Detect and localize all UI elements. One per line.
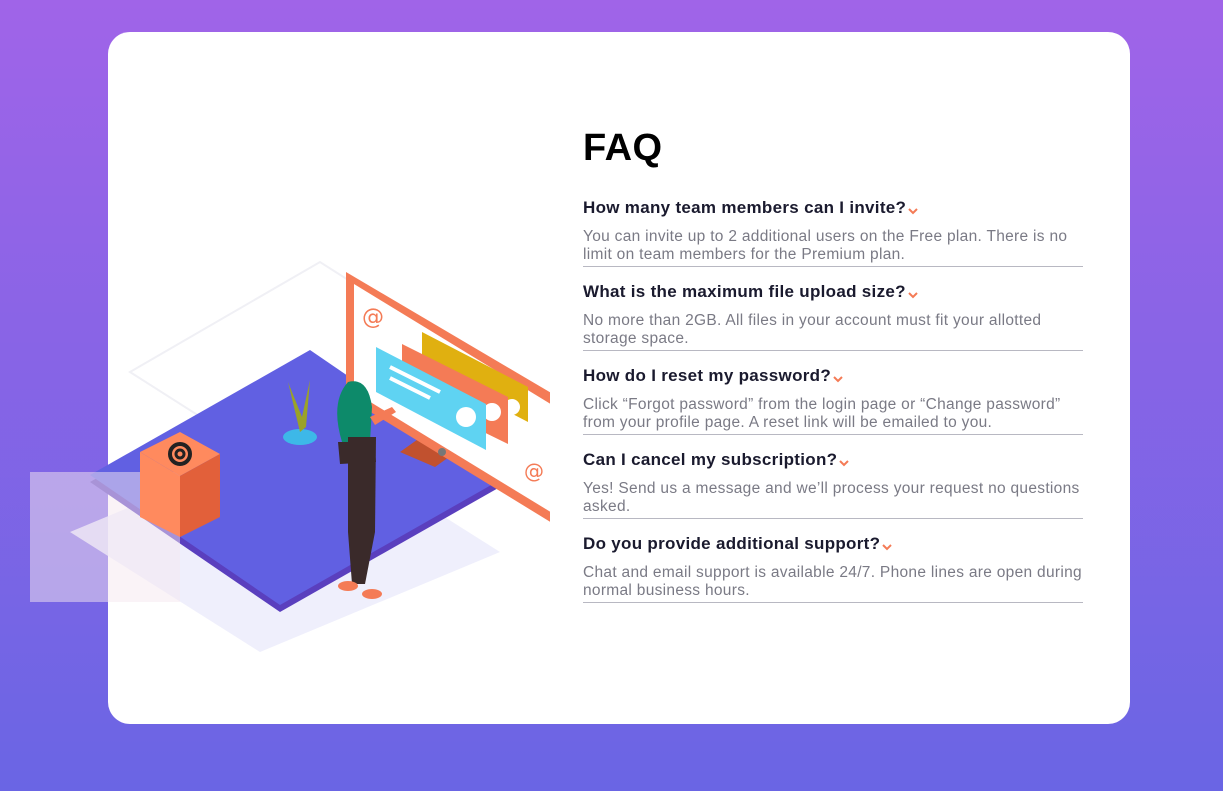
at-sign-box <box>140 432 220 537</box>
faq-question: What is the maximum file upload size? <box>583 282 906 301</box>
faq-answer: Chat and email support is available 24/7… <box>583 564 1082 599</box>
faq-answer: You can invite up to 2 additional users … <box>583 228 1068 263</box>
faq-question-toggle[interactable]: Do you provide additional support? <box>583 534 1083 554</box>
faq-item: How do I reset my password? Click “Forgo… <box>583 366 1083 435</box>
faq-question: How many team members can I invite? <box>583 198 907 217</box>
svg-text:@: @ <box>362 305 384 330</box>
faq-question-toggle[interactable]: Can I cancel my subscription? <box>583 450 1083 470</box>
faq-card: @ @ FAQ How many team members can I invi… <box>30 32 1130 724</box>
chevron-down-icon <box>833 368 843 388</box>
faq-question: Do you provide additional support? <box>583 534 881 553</box>
faq-question-toggle[interactable]: How many team members can I invite? <box>583 198 1083 218</box>
woman-at-monitor-illustration: @ @ <box>30 260 550 652</box>
faq-title: FAQ <box>583 127 663 169</box>
faq-item: Can I cancel my subscription? Yes! Send … <box>583 450 1083 519</box>
faq-answer: Click “Forgot password” from the login p… <box>583 396 1061 431</box>
faq-question-toggle[interactable]: What is the maximum file upload size? <box>583 282 1083 302</box>
faq-question-toggle[interactable]: How do I reset my password? <box>583 366 1083 386</box>
chevron-down-icon <box>908 200 918 220</box>
chevron-down-icon <box>839 452 850 472</box>
faq-answer: Yes! Send us a message and we’ll process… <box>583 480 1080 515</box>
faq-answer: No more than 2GB. All files in your acco… <box>583 312 1042 347</box>
faq-item: How many team members can I invite? You … <box>583 198 1083 267</box>
faq-section: FAQ How many team members can I invite? … <box>583 128 1083 618</box>
chevron-down-icon <box>908 284 918 304</box>
faq-question: Can I cancel my subscription? <box>583 450 838 469</box>
chevron-down-icon <box>882 536 893 556</box>
svg-text:@: @ <box>524 459 544 483</box>
faq-item: What is the maximum file upload size? No… <box>583 282 1083 351</box>
faq-question: How do I reset my password? <box>583 366 832 385</box>
faq-item: Do you provide additional support? Chat … <box>583 534 1083 603</box>
